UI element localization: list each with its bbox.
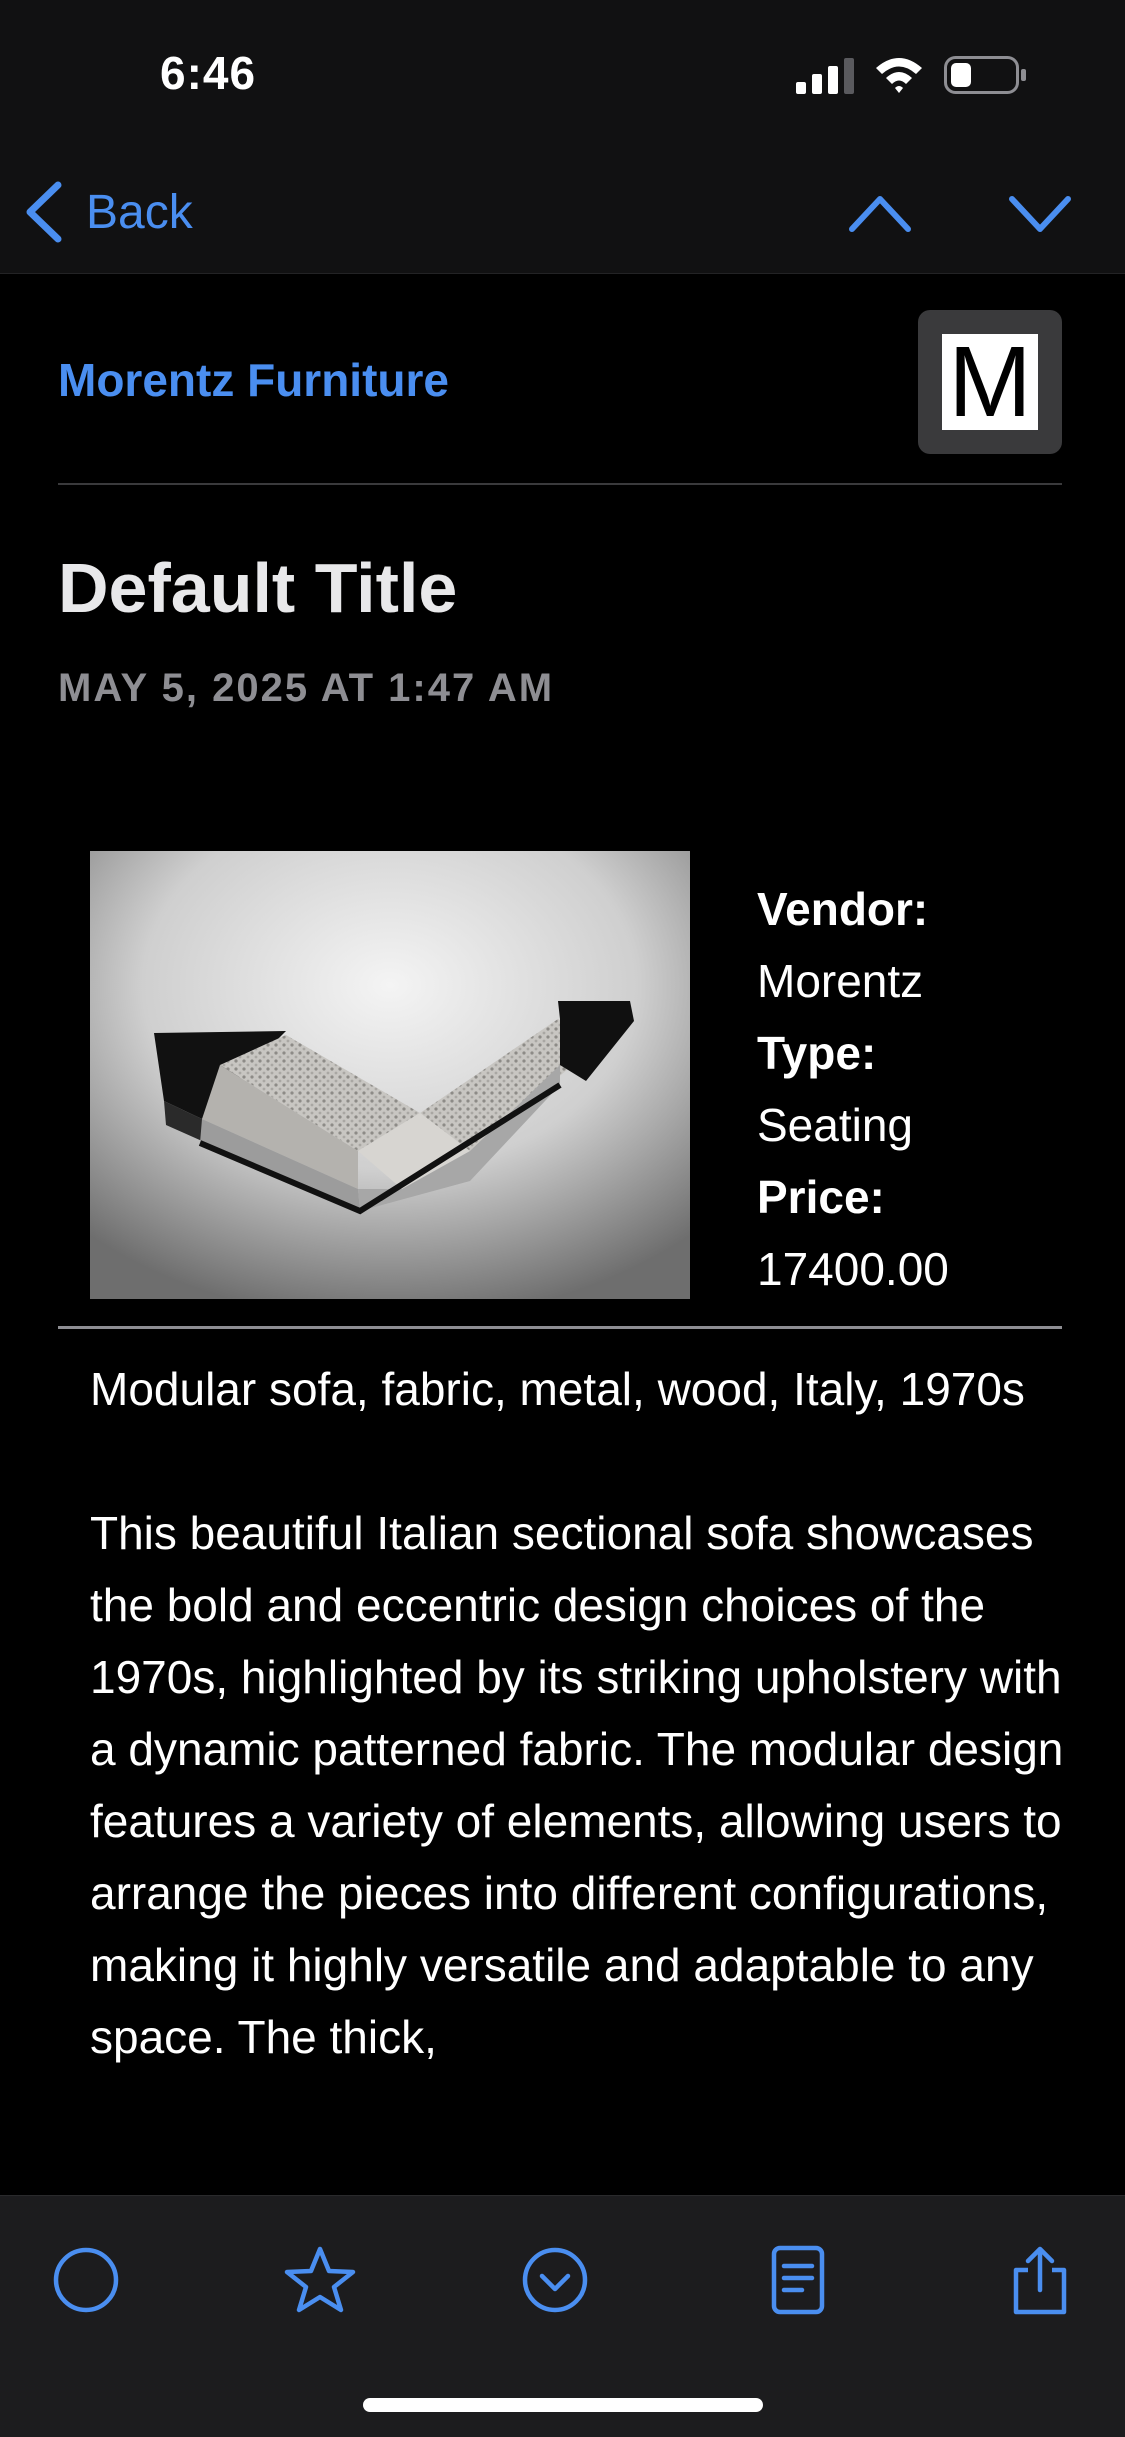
- share-icon[interactable]: [1004, 2244, 1076, 2316]
- product-headline: Modular sofa, fabric, metal, wood, Italy…: [90, 1363, 1025, 1415]
- divider: [58, 483, 1062, 485]
- back-label: Back: [86, 185, 193, 239]
- star-icon[interactable]: [284, 2244, 356, 2316]
- home-indicator[interactable]: [363, 2398, 763, 2412]
- spec-value: 17400.00: [757, 1243, 949, 1295]
- spec-key: Type:: [757, 1027, 877, 1079]
- page-title: Default Title: [58, 549, 458, 627]
- circle-icon[interactable]: [50, 2244, 122, 2316]
- status-time: 6:46: [160, 47, 257, 99]
- document-icon[interactable]: [762, 2244, 834, 2316]
- spec-value: Morentz: [757, 955, 924, 1007]
- chevron-left-icon: [26, 181, 62, 243]
- post-date: MAY 5, 2025 AT 1:47 AM: [58, 666, 555, 710]
- product-image[interactable]: [90, 851, 690, 1299]
- article-content[interactable]: Morentz Furniture M Default Title MAY 5,…: [0, 273, 1125, 2195]
- checkmark-circle-icon[interactable]: [519, 2244, 591, 2316]
- product-specs: Vendor: Morentz Type: Seating Price: 174…: [757, 873, 949, 1305]
- logo-letter: M: [942, 334, 1038, 430]
- battery-icon: [944, 56, 1026, 94]
- spec-key: Price:: [757, 1171, 885, 1223]
- spec-key: Vendor:: [757, 883, 929, 935]
- article-body: Modular sofa, fabric, metal, wood, Italy…: [90, 1353, 1070, 2145]
- vendor-logo: M: [918, 310, 1062, 454]
- cellular-signal-icon: [796, 58, 854, 94]
- chevron-up-icon[interactable]: [848, 185, 912, 241]
- back-button[interactable]: Back: [24, 177, 193, 247]
- divider: [58, 1326, 1062, 1329]
- wifi-icon: [876, 58, 922, 93]
- product-description: This beautiful Italian sectional sofa sh…: [90, 1507, 1064, 2063]
- spec-value: Seating: [757, 1099, 914, 1151]
- navigation-bar: Back: [0, 155, 1125, 274]
- chevron-down-icon[interactable]: [1008, 185, 1072, 241]
- vendor-link[interactable]: Morentz Furniture: [58, 353, 449, 407]
- status-bar: 6:46: [0, 0, 1125, 155]
